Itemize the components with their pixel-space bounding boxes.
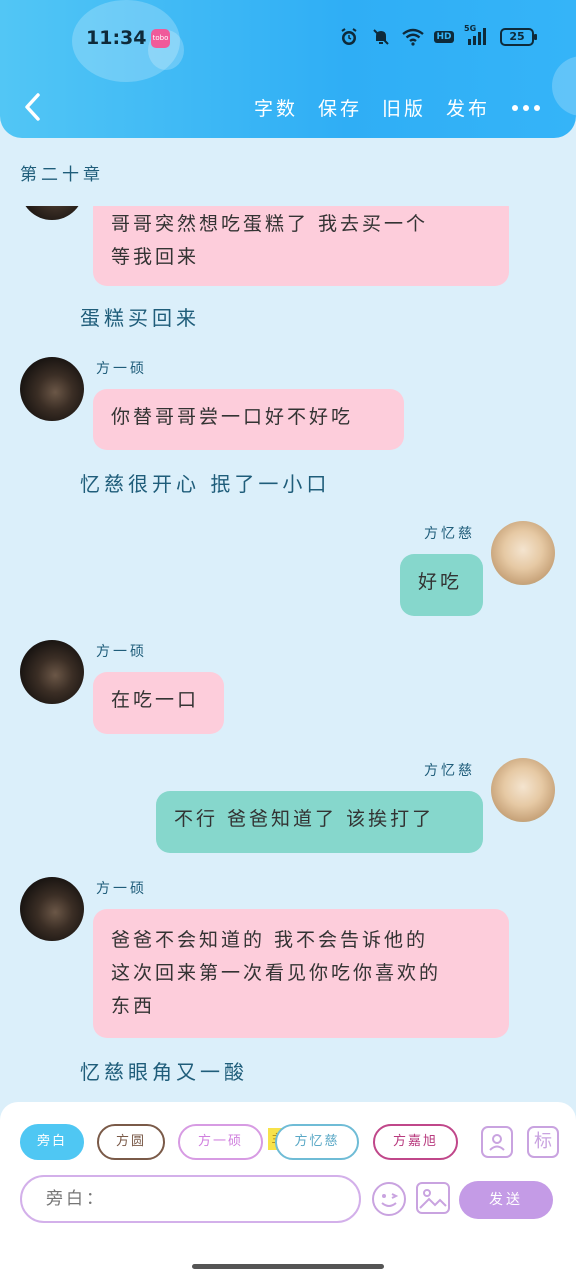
message-bubble[interactable]: 不行 爸爸知道了 该挨打了	[156, 791, 483, 853]
role-chip-narration[interactable]: 旁白	[20, 1124, 84, 1160]
clock: 11:34	[86, 27, 147, 49]
add-role-button[interactable]	[481, 1126, 513, 1158]
person-icon	[489, 1134, 505, 1151]
image-button[interactable]	[416, 1182, 450, 1214]
battery-icon: 25	[500, 28, 537, 46]
mute-icon	[370, 26, 392, 48]
message-bubble[interactable]: 在吃一口	[93, 672, 224, 734]
role-chip[interactable]: 方忆慈	[275, 1124, 359, 1160]
notification-app-icon: tobo	[151, 29, 170, 48]
message-line: 好吃	[418, 571, 463, 593]
message-line: 在吃一口	[111, 689, 200, 711]
message-bubble[interactable]: 好吃	[400, 554, 483, 616]
home-indicator[interactable]	[192, 1264, 384, 1269]
avatar[interactable]	[491, 521, 555, 585]
speaker-name: 方一硕	[96, 644, 147, 660]
speaker-name: 方忆慈	[424, 763, 475, 779]
message-line: 等我回来	[111, 246, 200, 268]
narration-text[interactable]: 忆慈眼角又一酸	[80, 1056, 248, 1085]
hd-icon: HD	[434, 26, 454, 48]
word-count-button[interactable]: 字数	[254, 94, 298, 121]
message-line: 哥哥突然想吃蛋糕了 我去买一个	[111, 213, 429, 235]
avatar[interactable]	[491, 758, 555, 822]
speaker-name: 方忆慈	[424, 526, 475, 542]
back-button[interactable]	[20, 90, 48, 124]
avatar[interactable]	[20, 640, 84, 704]
signal-gen-label: 5G	[464, 24, 477, 33]
chapter-title: 第二十章	[20, 165, 104, 185]
top-bar: 11:34 tobo HD 5G 25 字数 保存 旧版 发布	[0, 0, 576, 138]
send-button[interactable]: 发送	[459, 1181, 553, 1219]
header-actions: 字数 保存 旧版 发布	[254, 94, 540, 121]
message-input[interactable]	[20, 1175, 361, 1223]
status-bar: 11:34 tobo HD 5G 25	[0, 0, 576, 76]
emoji-button[interactable]	[372, 1182, 406, 1216]
publish-button[interactable]: 发布	[446, 94, 490, 121]
image-icon	[419, 1189, 447, 1209]
role-selector: 旁白 方圆 方一硕 主 方忆慈 方嘉旭 标	[20, 1124, 560, 1164]
avatar[interactable]	[20, 877, 84, 941]
narration-text[interactable]: 忆慈很开心 抿了一小口	[80, 468, 330, 497]
message-bubble[interactable]: 爸爸不会知道的 我不会告诉他的 这次回来第一次看见你吃你喜欢的 东西	[93, 909, 509, 1038]
narration-text[interactable]: 蛋糕买回来	[80, 302, 200, 331]
message-line: 你替哥哥尝一口好不好吃	[111, 406, 354, 428]
avatar[interactable]	[20, 357, 84, 421]
more-icon[interactable]	[512, 104, 540, 111]
chevron-left-icon	[25, 93, 40, 121]
speaker-name: 方一硕	[96, 361, 147, 377]
signal-icon: 5G	[464, 24, 490, 48]
role-chip[interactable]: 方嘉旭	[373, 1124, 458, 1160]
message-bubble[interactable]: 你替哥哥尝一口好不好吃	[93, 389, 404, 450]
message-line: 不行 爸爸知道了 该挨打了	[174, 808, 435, 830]
old-version-button[interactable]: 旧版	[382, 94, 426, 121]
role-chip[interactable]: 方一硕	[178, 1124, 263, 1160]
save-button[interactable]: 保存	[318, 94, 362, 121]
role-chip[interactable]: 方圆	[97, 1124, 165, 1160]
chat-list[interactable]: 哥哥突然想吃蛋糕了 我去买一个 等我回来 蛋糕买回来 方一硕 你替哥哥尝一口好不…	[0, 206, 576, 1101]
mark-button[interactable]: 标	[527, 1126, 559, 1158]
avatar[interactable]	[20, 206, 84, 220]
smile-icon	[381, 1193, 399, 1207]
message-bubble[interactable]: 哥哥突然想吃蛋糕了 我去买一个 等我回来	[93, 206, 509, 286]
message-line: 这次回来第一次看见你吃你喜欢的	[111, 962, 442, 984]
alarm-icon	[338, 26, 360, 48]
message-line: 东西	[111, 995, 156, 1017]
message-line: 爸爸不会知道的 我不会告诉他的	[111, 929, 429, 951]
status-icons: HD 5G 25	[338, 24, 537, 48]
wifi-icon	[402, 26, 424, 48]
composer-panel: 旁白 方圆 方一硕 主 方忆慈 方嘉旭 标 发送	[0, 1102, 576, 1280]
hd-label: HD	[434, 31, 454, 43]
speaker-name: 方一硕	[96, 881, 147, 897]
